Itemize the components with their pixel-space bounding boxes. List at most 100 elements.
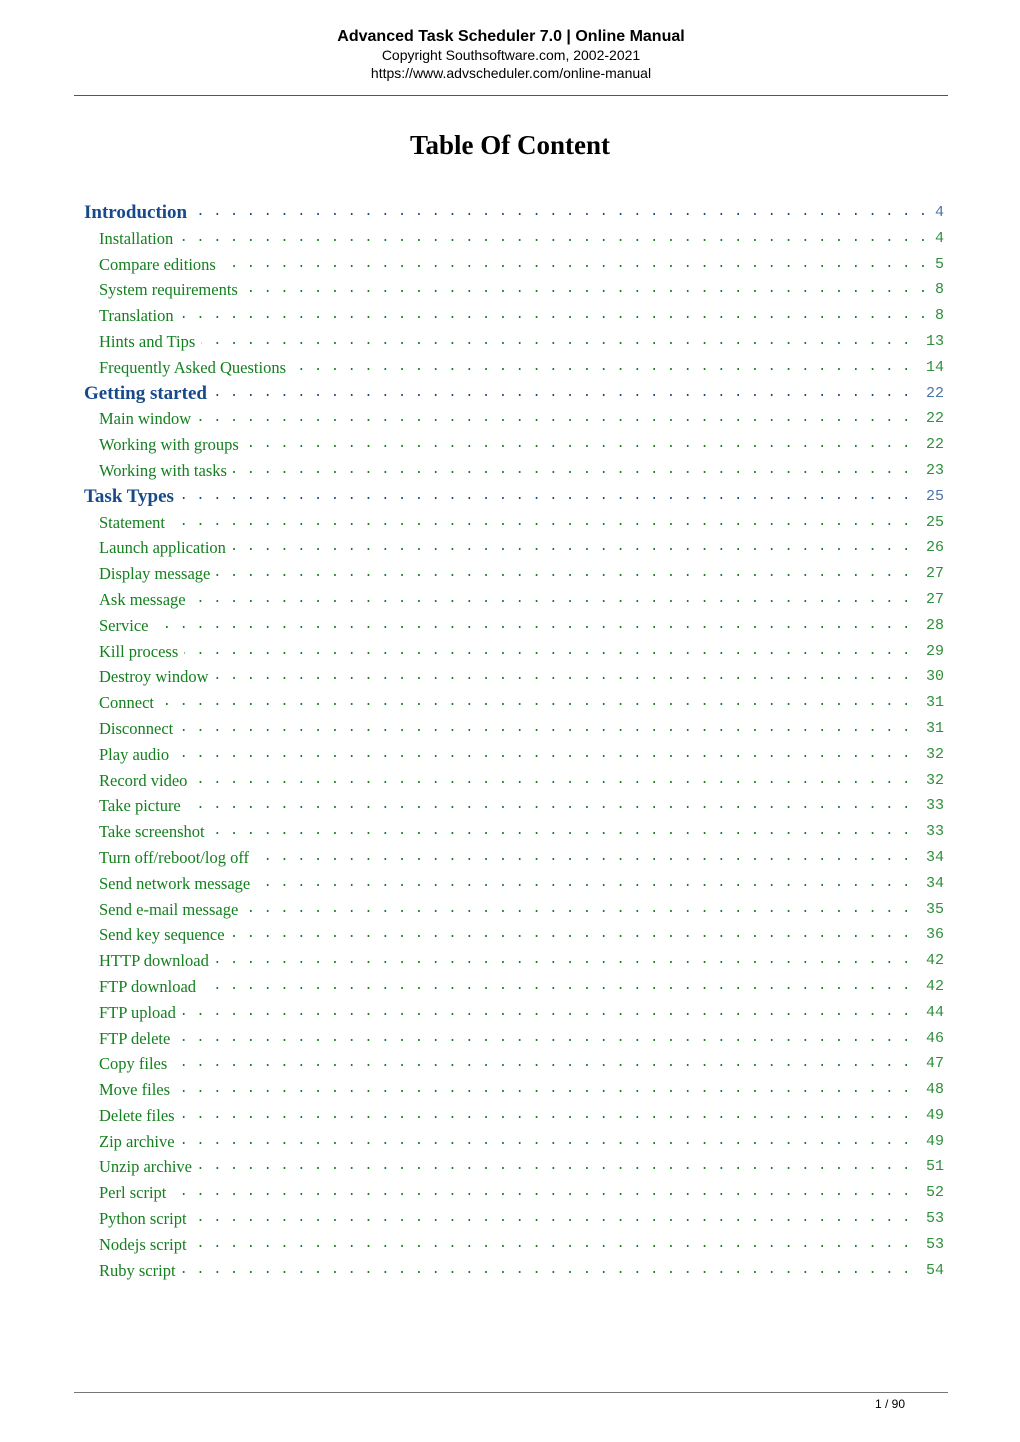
- toc-entry-page-number[interactable]: 46: [919, 1025, 944, 1052]
- toc-entry-label[interactable]: Play audio: [99, 741, 176, 768]
- toc-entry-page-number[interactable]: 23: [919, 457, 944, 484]
- toc-subsection-entry[interactable]: . . . . . . . . . . . . . . . . . . . . …: [84, 586, 944, 613]
- toc-entry-label[interactable]: FTP delete: [99, 1025, 177, 1052]
- toc-entry-page-number[interactable]: 52: [919, 1180, 944, 1207]
- toc-subsection-entry[interactable]: . . . . . . . . . . . . . . . . . . . . …: [84, 638, 944, 665]
- toc-subsection-entry[interactable]: . . . . . . . . . . . . . . . . . . . . …: [84, 457, 944, 484]
- toc-entry-page-number[interactable]: 27: [919, 561, 944, 587]
- toc-entry-page-number[interactable]: 27: [919, 586, 944, 613]
- toc-subsection-entry[interactable]: . . . . . . . . . . . . . . . . . . . . …: [84, 612, 944, 639]
- toc-entry-page-number[interactable]: 33: [919, 819, 944, 845]
- toc-entry-page-number[interactable]: 47: [919, 1051, 944, 1078]
- toc-subsection-entry[interactable]: . . . . . . . . . . . . . . . . . . . . …: [84, 1180, 944, 1207]
- toc-subsection-entry[interactable]: . . . . . . . . . . . . . . . . . . . . …: [84, 741, 944, 768]
- toc-subsection-entry[interactable]: . . . . . . . . . . . . . . . . . . . . …: [84, 432, 944, 458]
- toc-entry-page-number[interactable]: 53: [919, 1231, 944, 1258]
- toc-subsection-entry[interactable]: . . . . . . . . . . . . . . . . . . . . …: [84, 896, 944, 923]
- toc-entry-page-number[interactable]: 14: [919, 354, 944, 381]
- toc-subsection-entry[interactable]: . . . . . . . . . . . . . . . . . . . . …: [84, 690, 944, 716]
- toc-subsection-entry[interactable]: . . . . . . . . . . . . . . . . . . . . …: [84, 509, 944, 536]
- toc-subsection-entry[interactable]: . . . . . . . . . . . . . . . . . . . . …: [84, 354, 944, 381]
- toc-subsection-entry[interactable]: . . . . . . . . . . . . . . . . . . . . …: [84, 1102, 944, 1129]
- toc-entry-label[interactable]: System requirements: [99, 277, 244, 304]
- toc-entry-page-number[interactable]: 32: [919, 741, 944, 768]
- toc-entry-page-number[interactable]: 22: [919, 380, 944, 407]
- toc-entry-label[interactable]: Destroy window: [99, 664, 215, 691]
- toc-entry-page-number[interactable]: 13: [919, 328, 944, 355]
- toc-subsection-entry[interactable]: . . . . . . . . . . . . . . . . . . . . …: [84, 1257, 944, 1284]
- toc-entry-label[interactable]: Unzip archive: [99, 1154, 198, 1181]
- toc-entry-page-number[interactable]: 22: [919, 432, 944, 458]
- toc-entry-label[interactable]: Python script: [99, 1206, 193, 1232]
- toc-subsection-entry[interactable]: . . . . . . . . . . . . . . . . . . . . …: [84, 922, 944, 949]
- toc-entry-page-number[interactable]: 30: [919, 664, 944, 691]
- toc-subsection-entry[interactable]: . . . . . . . . . . . . . . . . . . . . …: [84, 1077, 944, 1103]
- toc-subsection-entry[interactable]: . . . . . . . . . . . . . . . . . . . . …: [84, 328, 944, 355]
- toc-entry-label[interactable]: Copy files: [99, 1051, 174, 1078]
- toc-entry-label[interactable]: Send network message: [99, 870, 257, 897]
- toc-entry-label[interactable]: FTP download: [99, 973, 203, 1000]
- toc-entry-page-number[interactable]: 34: [919, 844, 944, 871]
- toc-entry-label[interactable]: Display message: [99, 561, 217, 587]
- toc-entry-label[interactable]: Compare editions: [99, 251, 222, 278]
- toc-section-entry[interactable]: . . . . . . . . . . . . . . . . . . . . …: [84, 380, 944, 407]
- toc-entry-label[interactable]: Take picture: [99, 793, 187, 820]
- toc-entry-page-number[interactable]: 25: [919, 509, 944, 536]
- toc-entry-page-number[interactable]: 4: [928, 225, 944, 252]
- toc-entry-label[interactable]: HTTP download: [99, 948, 215, 974]
- toc-subsection-entry[interactable]: . . . . . . . . . . . . . . . . . . . . …: [84, 844, 944, 871]
- toc-entry-page-number[interactable]: 28: [919, 612, 944, 639]
- toc-entry-label[interactable]: Delete files: [99, 1102, 181, 1129]
- toc-subsection-entry[interactable]: . . . . . . . . . . . . . . . . . . . . …: [84, 1051, 944, 1078]
- toc-entry-page-number[interactable]: 4: [928, 200, 944, 226]
- toc-entry-page-number[interactable]: 44: [919, 999, 944, 1026]
- toc-subsection-entry[interactable]: . . . . . . . . . . . . . . . . . . . . …: [84, 535, 944, 562]
- toc-entry-label[interactable]: Working with groups: [99, 432, 245, 458]
- toc-subsection-entry[interactable]: . . . . . . . . . . . . . . . . . . . . …: [84, 793, 944, 820]
- toc-entry-page-number[interactable]: 51: [919, 1154, 944, 1181]
- toc-subsection-entry[interactable]: . . . . . . . . . . . . . . . . . . . . …: [84, 819, 944, 845]
- toc-entry-label[interactable]: FTP upload: [99, 999, 182, 1026]
- toc-entry-label[interactable]: Launch application: [99, 535, 232, 562]
- toc-entry-label[interactable]: Zip archive: [99, 1128, 181, 1155]
- toc-entry-label[interactable]: Kill process: [99, 638, 185, 665]
- toc-entry-label[interactable]: Send key sequence: [99, 922, 231, 949]
- toc-subsection-entry[interactable]: . . . . . . . . . . . . . . . . . . . . …: [84, 225, 944, 252]
- toc-entry-page-number[interactable]: 31: [919, 690, 944, 716]
- toc-subsection-entry[interactable]: . . . . . . . . . . . . . . . . . . . . …: [84, 406, 944, 433]
- toc-entry-label[interactable]: Send e-mail message: [99, 896, 245, 923]
- toc-section-entry[interactable]: . . . . . . . . . . . . . . . . . . . . …: [84, 483, 944, 510]
- toc-entry-label[interactable]: Hints and Tips: [99, 328, 202, 355]
- toc-entry-label[interactable]: Service: [99, 612, 155, 639]
- toc-subsection-entry[interactable]: . . . . . . . . . . . . . . . . . . . . …: [84, 1128, 944, 1155]
- toc-entry-label[interactable]: Ruby script: [99, 1257, 182, 1284]
- toc-entry-page-number[interactable]: 26: [919, 535, 944, 562]
- toc-subsection-entry[interactable]: . . . . . . . . . . . . . . . . . . . . …: [84, 870, 944, 897]
- toc-entry-label[interactable]: Take screenshot: [99, 819, 211, 845]
- toc-entry-label[interactable]: Installation: [99, 225, 180, 252]
- toc-entry-label[interactable]: Statement: [99, 509, 171, 536]
- toc-entry-page-number[interactable]: 31: [919, 715, 944, 742]
- toc-subsection-entry[interactable]: . . . . . . . . . . . . . . . . . . . . …: [84, 303, 944, 329]
- toc-entry-label[interactable]: Frequently Asked Questions: [99, 354, 292, 381]
- toc-entry-page-number[interactable]: 36: [919, 922, 944, 949]
- toc-subsection-entry[interactable]: . . . . . . . . . . . . . . . . . . . . …: [84, 277, 944, 304]
- toc-subsection-entry[interactable]: . . . . . . . . . . . . . . . . . . . . …: [84, 1231, 944, 1258]
- toc-entry-page-number[interactable]: 42: [919, 973, 944, 1000]
- toc-entry-label[interactable]: Perl script: [99, 1180, 173, 1207]
- toc-entry-label[interactable]: Translation: [99, 303, 180, 329]
- toc-entry-page-number[interactable]: 42: [919, 948, 944, 974]
- toc-entry-page-number[interactable]: 53: [919, 1206, 944, 1232]
- toc-subsection-entry[interactable]: . . . . . . . . . . . . . . . . . . . . …: [84, 767, 944, 794]
- toc-section-entry[interactable]: . . . . . . . . . . . . . . . . . . . . …: [84, 200, 944, 226]
- toc-subsection-entry[interactable]: . . . . . . . . . . . . . . . . . . . . …: [84, 715, 944, 742]
- toc-entry-page-number[interactable]: 29: [919, 638, 944, 665]
- toc-entry-page-number[interactable]: 5: [928, 251, 944, 278]
- toc-entry-page-number[interactable]: 49: [919, 1102, 944, 1129]
- toc-entry-page-number[interactable]: 49: [919, 1128, 944, 1155]
- toc-entry-label[interactable]: Working with tasks: [99, 457, 233, 484]
- toc-entry-page-number[interactable]: 32: [919, 767, 944, 794]
- toc-entry-label[interactable]: Turn off/reboot/log off: [99, 844, 256, 871]
- toc-entry-label[interactable]: Task Types: [84, 483, 180, 510]
- toc-entry-label[interactable]: Introduction: [84, 200, 194, 226]
